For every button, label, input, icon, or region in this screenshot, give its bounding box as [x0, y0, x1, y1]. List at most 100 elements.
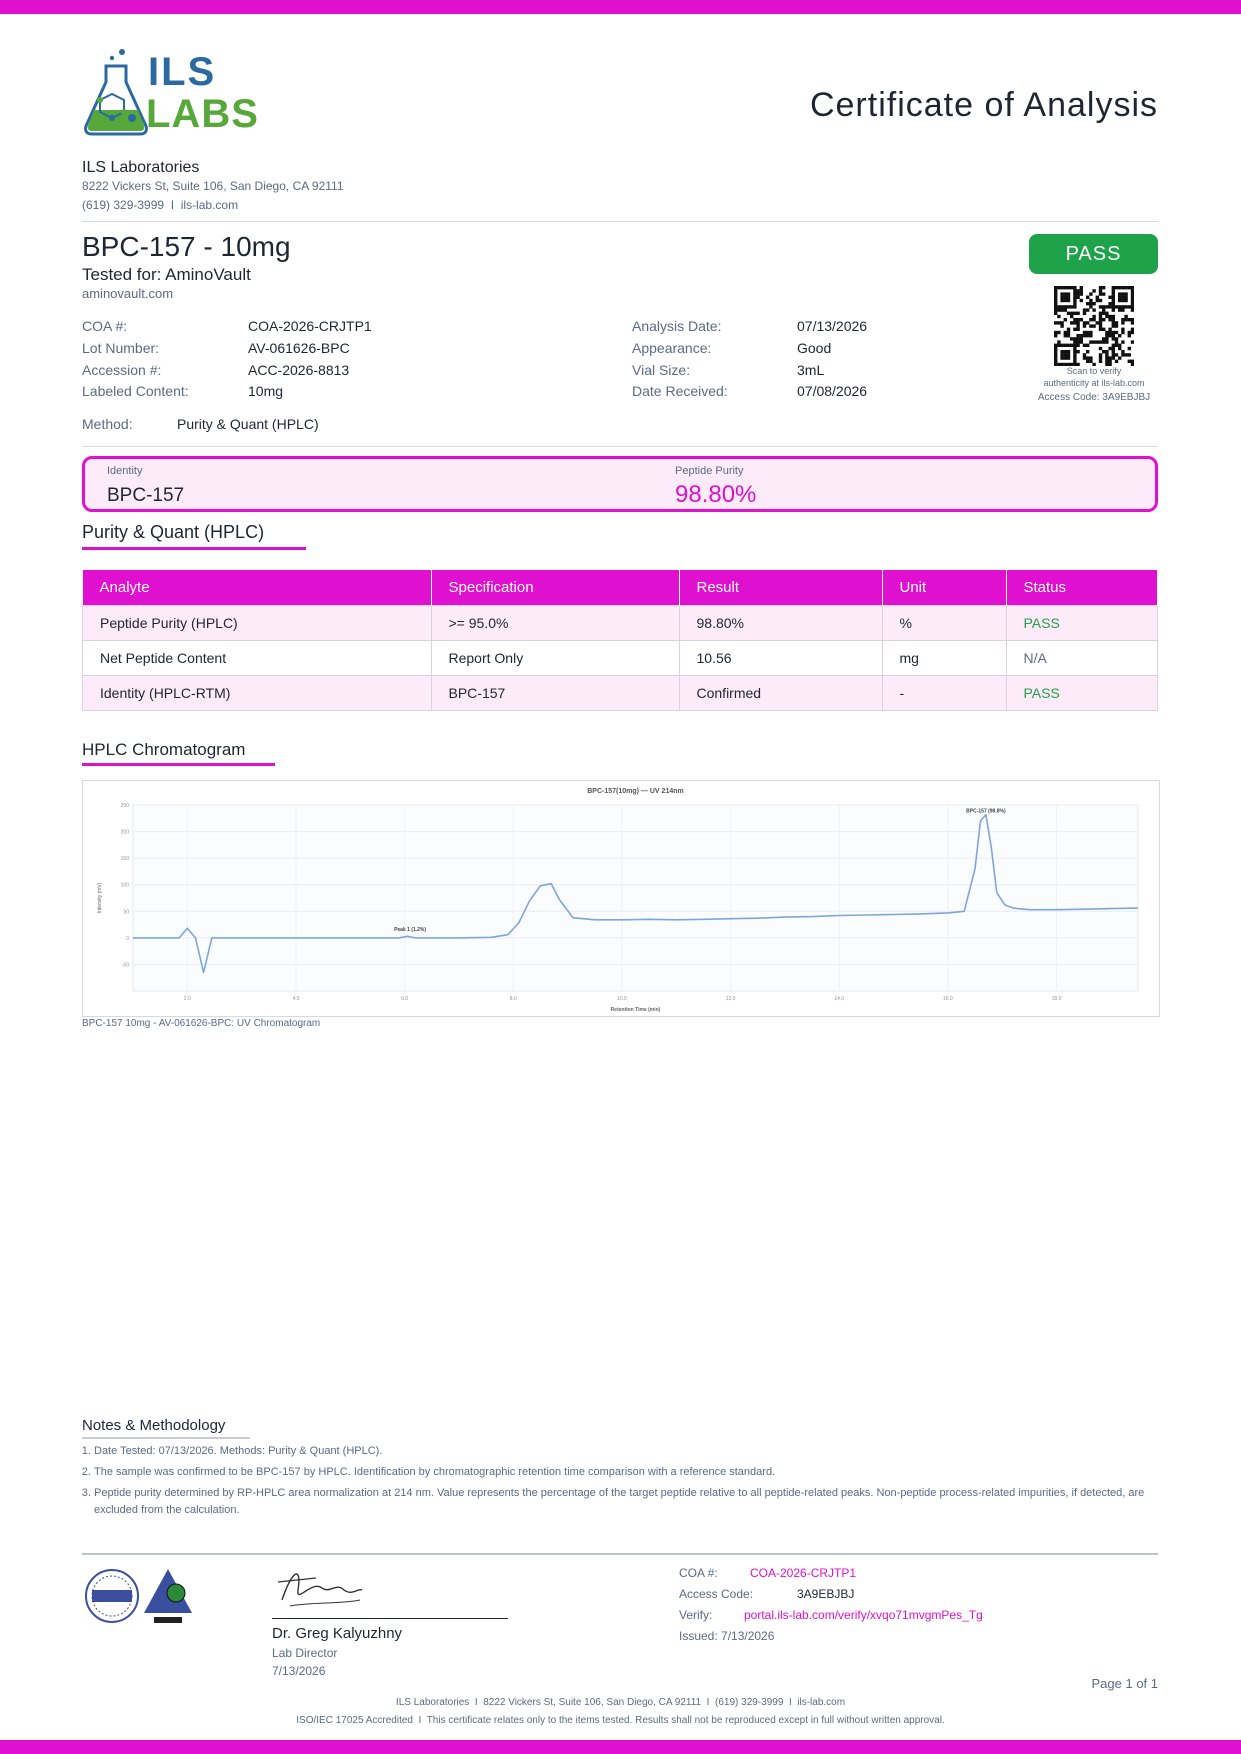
qr-module — [1130, 289, 1134, 293]
accession-value: ACC-2026-8813 — [248, 362, 350, 378]
x-tick-label: 18.0 — [1052, 996, 1062, 1002]
qr-module — [1127, 334, 1131, 338]
qr-module — [1095, 298, 1099, 303]
table-cell: - — [881, 675, 1007, 711]
qr-module — [1098, 321, 1103, 325]
qr-module — [1105, 340, 1109, 344]
verify-url-link[interactable]: portal.ils-lab.com/verify/xvqo71mvgmPes_… — [744, 1608, 983, 1622]
lab-name: ILS Laboratories — [82, 159, 200, 176]
table-cell: BPC-157 — [430, 675, 680, 711]
issued-date: Issued: 7/13/2026 — [679, 1629, 775, 1643]
qr-module — [1098, 327, 1103, 331]
chromatogram-caption: BPC-157 10mg - AV-061626-BPC: UV Chromat… — [82, 1018, 321, 1029]
qr-module — [1079, 298, 1083, 303]
qr-module — [1070, 321, 1074, 325]
col-result: Result — [679, 570, 883, 606]
pjla-seal-icon — [144, 1569, 192, 1623]
document-title: Certificate of Analysis — [809, 86, 1158, 124]
identity-value: BPC-157 — [107, 485, 185, 506]
qr-module — [1130, 321, 1134, 325]
lab-contact: (619) 329-3999 I ils-lab.com — [82, 198, 239, 212]
accession-label: Accession #: — [82, 362, 162, 378]
qr-module — [1111, 289, 1115, 293]
x-axis-label: Retention Time (min) — [611, 1007, 661, 1013]
qr-module — [1066, 353, 1071, 357]
qr-module — [1070, 343, 1074, 347]
qr-module — [1079, 289, 1083, 293]
qr-module — [1102, 350, 1106, 354]
footer-divider — [82, 1553, 1158, 1555]
qr-module — [1111, 334, 1115, 338]
qr-module — [1130, 308, 1134, 312]
qr-module — [1108, 334, 1112, 338]
qr-module — [1082, 343, 1087, 347]
notes-list: Date Tested: 07/13/2026. Methods: Purity… — [76, 1443, 1154, 1523]
notes-underline — [82, 1437, 250, 1439]
qr-module — [1076, 321, 1080, 325]
x-tick-label: 6.0 — [401, 996, 408, 1002]
qr-module — [1127, 346, 1131, 351]
y-tick-label: 50 — [123, 909, 129, 915]
qr-code-icon[interactable] — [1054, 286, 1134, 366]
qr-module — [1076, 311, 1080, 315]
qr-module — [1102, 308, 1106, 312]
header-divider — [82, 221, 1158, 222]
qr-module — [1121, 308, 1125, 312]
qr-module — [1073, 292, 1077, 296]
qr-module — [1102, 305, 1106, 309]
qr-module — [1124, 295, 1128, 299]
qr-module — [1098, 318, 1103, 322]
qr-module — [1086, 343, 1090, 347]
col-specification: Specification — [431, 570, 680, 606]
qr-module — [1130, 305, 1134, 309]
qr-module — [1066, 350, 1071, 354]
qr-module — [1098, 353, 1103, 357]
page-number: Page 1 of 1 — [1091, 1676, 1159, 1691]
qr-module — [1102, 337, 1106, 341]
qr-module — [1054, 334, 1058, 338]
qr-module — [1070, 311, 1074, 315]
y-tick-label: 150 — [121, 856, 130, 862]
qr-module — [1073, 346, 1077, 351]
qr-module — [1066, 330, 1071, 335]
qr-module — [1057, 340, 1061, 344]
qr-module — [1054, 295, 1058, 299]
table-cell: >= 95.0% — [430, 605, 680, 641]
y-tick-label: 0 — [126, 936, 129, 942]
qr-module — [1089, 340, 1093, 344]
qr-module — [1118, 295, 1122, 299]
qr-module — [1114, 337, 1119, 341]
qr-module — [1130, 298, 1134, 303]
qr-module — [1111, 286, 1115, 290]
qr-module — [1118, 305, 1122, 309]
qr-module — [1108, 318, 1112, 322]
lot-number-label: Lot Number: — [82, 340, 160, 356]
company-logo: ILS LABS — [82, 48, 272, 138]
qr-module — [1124, 314, 1128, 319]
chromatogram-frame: -50 0 50 100 150 200 250 2.0 4.0 6.0 8.0 10.0 12.0 14… — [82, 780, 1160, 1017]
purity-value: 98.80% — [675, 481, 757, 508]
qr-module — [1073, 295, 1077, 299]
qr-module — [1114, 305, 1119, 309]
qr-module — [1057, 314, 1061, 319]
qr-module — [1063, 286, 1067, 290]
qr-module — [1105, 311, 1109, 315]
qr-module — [1127, 305, 1131, 309]
qr-module — [1121, 295, 1125, 299]
qr-module — [1105, 350, 1109, 354]
qr-module — [1076, 324, 1080, 328]
qr-module — [1098, 346, 1103, 351]
qr-module — [1095, 340, 1099, 344]
qr-module — [1111, 314, 1115, 319]
qr-module — [1124, 298, 1128, 303]
qr-module — [1079, 334, 1083, 338]
signer-name: Dr. Greg Kalyuzhny — [272, 1625, 403, 1642]
qr-module — [1054, 298, 1058, 303]
qr-module — [1060, 295, 1064, 299]
qr-module — [1066, 343, 1071, 347]
top-accent-bar — [0, 0, 1241, 14]
qr-module — [1076, 327, 1080, 331]
note-item: The sample was confirmed to be BPC-157 b… — [94, 1464, 1154, 1481]
qr-module — [1089, 330, 1093, 335]
results-section-title: Purity & Quant (HPLC) — [82, 522, 265, 542]
